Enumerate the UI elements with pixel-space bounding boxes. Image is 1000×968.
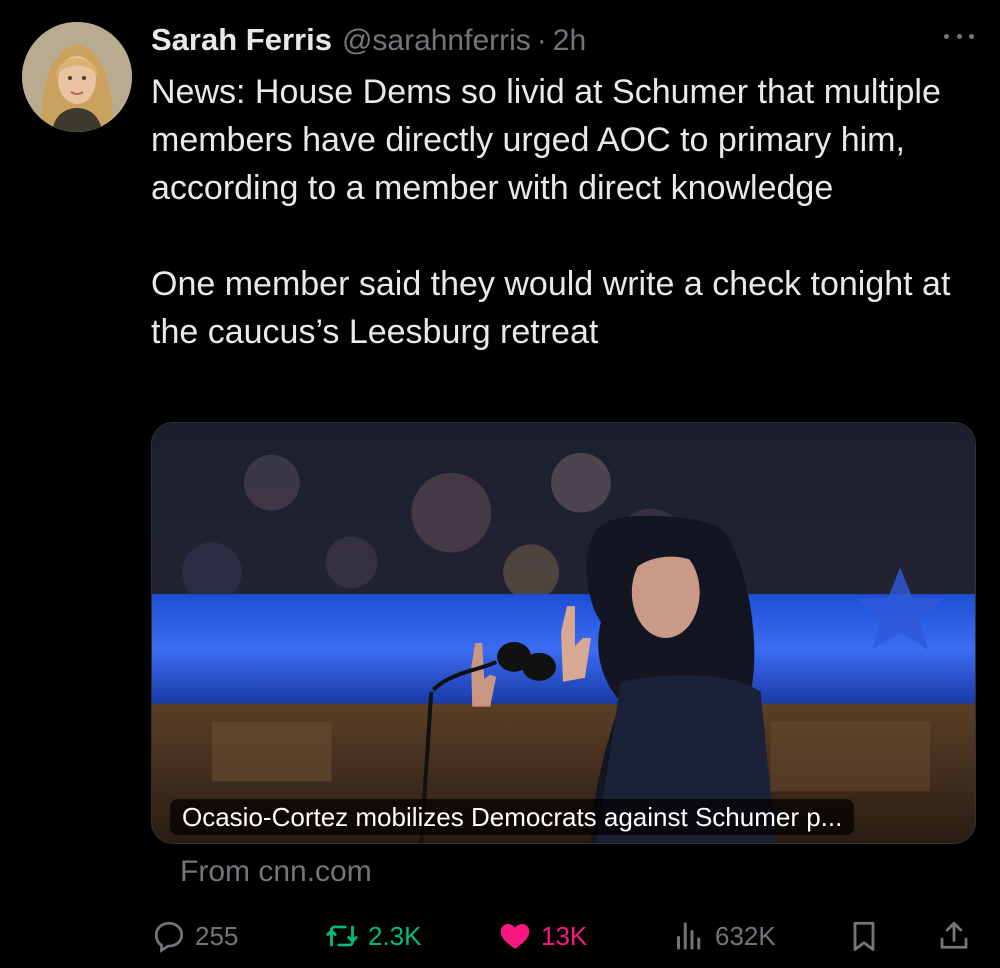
author-name[interactable]: Sarah Ferris xyxy=(151,22,332,58)
retweet-count: 2.3K xyxy=(368,920,422,951)
action-bar: 255 2.3K 13K 632K xyxy=(151,912,976,960)
card-source[interactable]: From cnn.com xyxy=(180,855,372,889)
views-count: 632K xyxy=(715,920,776,951)
bookmark-button[interactable] xyxy=(846,912,882,960)
card-caption: Ocasio-Cortez mobilizes Democrats agains… xyxy=(170,799,855,835)
heart-icon xyxy=(500,924,530,949)
views-button[interactable]: 632K xyxy=(671,912,776,960)
share-button[interactable] xyxy=(936,912,972,960)
separator-dot: · xyxy=(536,24,547,57)
previous-context-strip xyxy=(0,0,1000,10)
like-button[interactable]: 13K xyxy=(497,912,587,960)
views-icon xyxy=(677,922,701,950)
like-count: 13K xyxy=(541,920,588,951)
bookmark-icon xyxy=(853,921,875,951)
reply-icon xyxy=(154,921,184,953)
share-icon xyxy=(940,921,968,949)
tweet-paragraph: News: House Dems so livid at Schumer tha… xyxy=(151,73,941,207)
avatar[interactable] xyxy=(22,22,132,132)
tweet-text: News: House Dems so livid at Schumer tha… xyxy=(151,68,971,356)
tweet-paragraph: One member said they would write a check… xyxy=(151,265,951,351)
more-icon[interactable] xyxy=(944,30,974,42)
retweet-icon xyxy=(326,925,358,947)
reply-count: 255 xyxy=(195,920,239,951)
reply-button[interactable]: 255 xyxy=(151,912,238,960)
retweet-button[interactable]: 2.3K xyxy=(324,912,422,960)
link-card[interactable]: Ocasio-Cortez mobilizes Democrats agains… xyxy=(151,422,976,844)
timestamp[interactable]: 2h xyxy=(553,24,586,58)
card-image xyxy=(152,423,975,843)
avatar-photo xyxy=(22,22,132,132)
tweet-header: Sarah Ferris @sarahnferris · 2h xyxy=(151,22,586,58)
author-handle[interactable]: @sarahnferris xyxy=(342,24,531,58)
